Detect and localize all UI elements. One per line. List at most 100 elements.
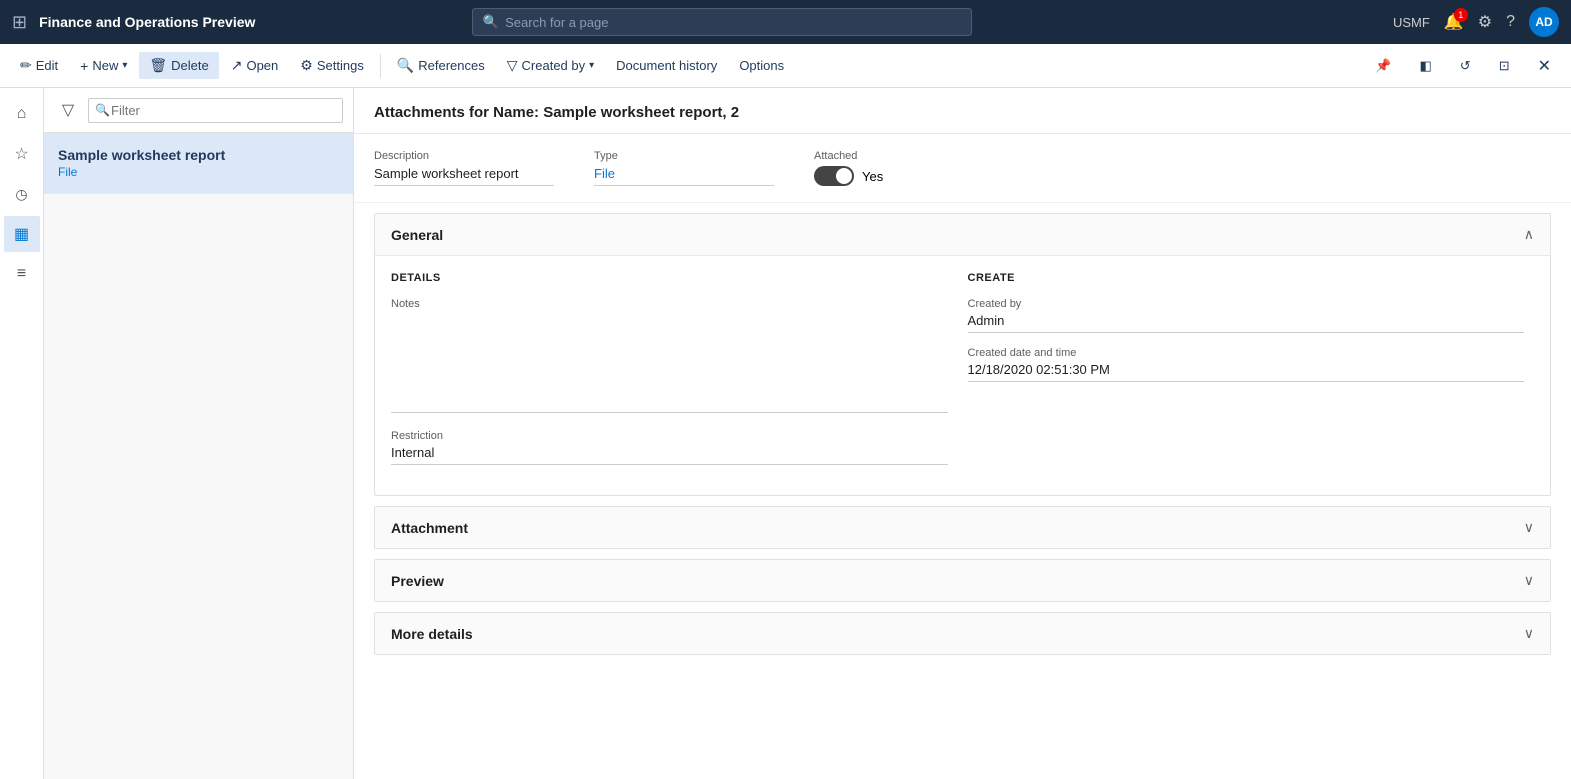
create-col: CREATE Created by Admin Created date and…: [958, 272, 1535, 479]
open-label: Open: [246, 58, 278, 73]
attachment-section: Attachment ∨: [374, 506, 1551, 549]
sidebar-home-button[interactable]: ⌂: [4, 96, 40, 132]
chevron-down-icon-more: ∨: [1524, 625, 1534, 642]
item-title: Sample worksheet report: [58, 147, 339, 163]
filter-input[interactable]: [88, 98, 343, 123]
expand-button[interactable]: ◧: [1409, 51, 1441, 81]
options-label: Options: [739, 58, 784, 73]
toggle-knob: [836, 168, 852, 184]
restriction-label: Restriction: [391, 430, 948, 442]
sidebar-workspaces-button[interactable]: ▦: [4, 216, 40, 252]
settings-icon[interactable]: ⚙: [1478, 12, 1492, 32]
refresh-button[interactable]: ↺: [1450, 51, 1481, 81]
help-icon[interactable]: ?: [1506, 13, 1515, 31]
attached-toggle-row: Yes: [814, 166, 883, 186]
preview-section-header[interactable]: Preview ∨: [375, 560, 1550, 601]
chevron-up-icon: ∧: [1524, 226, 1534, 243]
sidebar-list-button[interactable]: ≡: [4, 256, 40, 292]
delete-button[interactable]: 🗑 Delete: [139, 52, 218, 79]
references-button[interactable]: 🔍 References: [387, 52, 495, 79]
filter-icon: ▽: [507, 57, 518, 74]
search-wrapper: 🔍: [88, 98, 343, 123]
clock-icon: ◷: [15, 186, 27, 203]
chevron-down-icon-2: ▾: [589, 60, 594, 71]
filter-list-button[interactable]: ▽: [54, 96, 82, 124]
toolbar-separator-1: [380, 54, 381, 78]
general-columns: DETAILS Notes Restriction Internal CREAT…: [391, 272, 1534, 479]
created-by-label: Created by: [522, 58, 586, 73]
delete-label: Delete: [171, 58, 209, 73]
edit-icon: ✏: [20, 57, 32, 74]
search-input[interactable]: [505, 15, 961, 30]
list-icon: ≡: [17, 265, 26, 283]
preview-section-title: Preview: [391, 573, 444, 589]
attached-value: Yes: [862, 169, 883, 184]
list-item[interactable]: Sample worksheet report File: [44, 133, 353, 194]
type-label: Type: [594, 150, 774, 162]
chevron-down-icon: ▾: [122, 60, 127, 71]
avatar[interactable]: AD: [1529, 7, 1559, 37]
description-value: Sample worksheet report: [374, 166, 554, 186]
detail-fields-row: Description Sample worksheet report Type…: [354, 134, 1571, 203]
more-details-section: More details ∨: [374, 612, 1551, 655]
type-field-group: Type File: [594, 150, 774, 186]
created-date-label: Created date and time: [968, 347, 1525, 359]
pin-icon: 📌: [1375, 58, 1391, 74]
search-icon: 🔍: [483, 14, 499, 30]
general-section-body: DETAILS Notes Restriction Internal CREAT…: [375, 256, 1550, 495]
close-icon: ✕: [1538, 56, 1551, 76]
open-button[interactable]: ↗ Open: [221, 52, 289, 79]
details-col: DETAILS Notes Restriction Internal: [391, 272, 958, 479]
settings-button[interactable]: ⚙ Settings: [290, 52, 374, 79]
sidebar-recent-button[interactable]: ◷: [4, 176, 40, 212]
edit-label: Edit: [36, 58, 58, 73]
search-bar[interactable]: 🔍: [472, 8, 972, 36]
detail-header: Attachments for Name: Sample worksheet r…: [354, 88, 1571, 134]
new-button[interactable]: + New ▾: [70, 53, 137, 79]
created-by-value: Admin: [968, 313, 1525, 333]
description-field-group: Description Sample worksheet report: [374, 150, 554, 186]
general-section-header[interactable]: General ∧: [375, 214, 1550, 256]
app-title: Finance and Operations Preview: [39, 14, 255, 30]
list-search: ▽ 🔍: [44, 88, 353, 133]
notes-field: Notes: [391, 298, 948, 416]
top-nav-right: USMF 🔔 1 ⚙ ? AD: [1393, 7, 1559, 37]
attachment-section-header[interactable]: Attachment ∨: [375, 507, 1550, 548]
chevron-down-icon-preview: ∨: [1524, 572, 1534, 589]
notes-textarea[interactable]: [391, 313, 948, 413]
created-date-value: 12/18/2020 02:51:30 PM: [968, 362, 1525, 382]
chevron-down-icon-attach: ∨: [1524, 519, 1534, 536]
general-section: General ∧ DETAILS Notes Restriction Inte…: [374, 213, 1551, 496]
create-heading: CREATE: [968, 272, 1525, 284]
sidebar-favorites-button[interactable]: ☆: [4, 136, 40, 172]
search-small-icon: 🔍: [95, 103, 110, 117]
delete-icon: 🗑: [149, 57, 167, 74]
references-icon: 🔍: [397, 57, 414, 74]
settings-label: Settings: [317, 58, 364, 73]
expand-icon: ◧: [1419, 58, 1431, 74]
detail-panel: Attachments for Name: Sample worksheet r…: [354, 88, 1571, 779]
document-history-label: Document history: [616, 58, 717, 73]
close-button[interactable]: ✕: [1528, 51, 1561, 81]
main-layout: ⌂ ☆ ◷ ▦ ≡ ▽ 🔍: [0, 88, 1571, 779]
details-heading: DETAILS: [391, 272, 948, 284]
star-icon: ☆: [14, 144, 28, 164]
attachment-section-title: Attachment: [391, 520, 468, 536]
pin-button[interactable]: 📌: [1365, 51, 1401, 81]
more-details-section-header[interactable]: More details ∨: [375, 613, 1550, 654]
grid-icon[interactable]: ⊞: [12, 12, 27, 33]
description-label: Description: [374, 150, 554, 162]
list-items: Sample worksheet report File: [44, 133, 353, 779]
created-by-button[interactable]: ▽ Created by ▾: [497, 52, 604, 79]
attached-toggle[interactable]: [814, 166, 854, 186]
created-by-label: Created by: [968, 298, 1525, 310]
document-history-button[interactable]: Document history: [606, 53, 727, 78]
plus-icon: +: [80, 58, 88, 74]
options-button[interactable]: Options: [729, 53, 794, 78]
top-nav: ⊞ Finance and Operations Preview 🔍 USMF …: [0, 0, 1571, 44]
list-panel: ▽ 🔍 Sample worksheet report File: [44, 88, 354, 779]
created-date-field: Created date and time 12/18/2020 02:51:3…: [968, 347, 1525, 382]
new-window-button[interactable]: ⊡: [1489, 51, 1520, 81]
edit-button[interactable]: ✏ Edit: [10, 52, 68, 79]
notifications-icon[interactable]: 🔔 1: [1444, 12, 1464, 32]
